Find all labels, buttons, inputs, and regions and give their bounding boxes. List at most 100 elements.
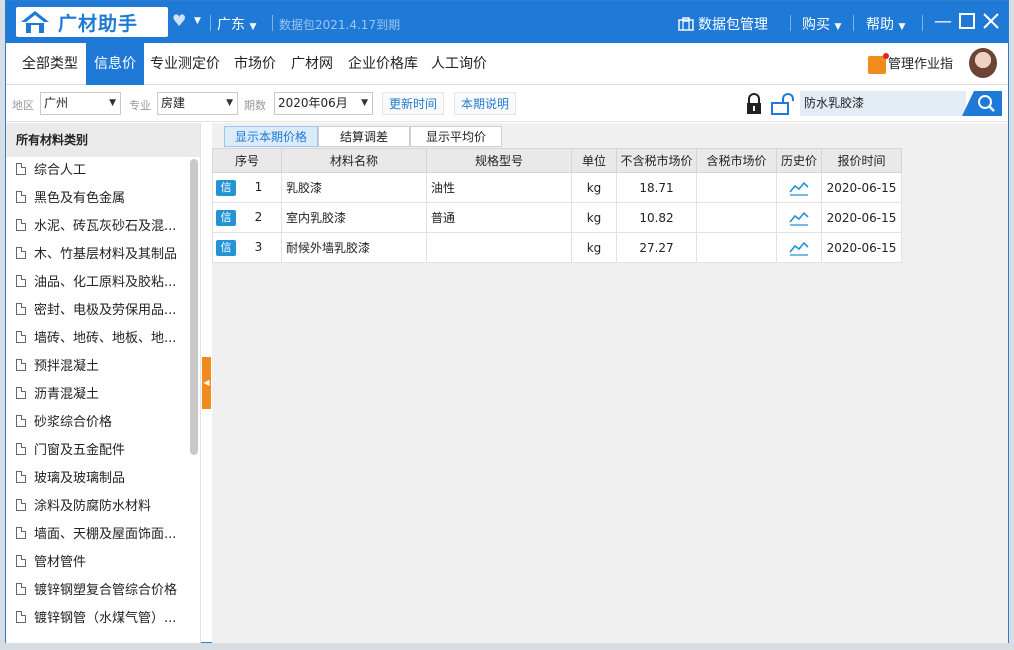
major-filter-select[interactable]: 房建 ▼	[157, 92, 238, 115]
sidebar-item[interactable]: 门窗及五金配件	[6, 437, 192, 465]
close-icon[interactable]	[980, 11, 1002, 33]
period-note-button[interactable]: 本期说明	[454, 92, 517, 115]
datapkg-mgmt-button[interactable]: 数据包管理	[678, 14, 768, 34]
document-icon	[16, 499, 26, 511]
datapkg-mgmt-label: 数据包管理	[698, 17, 768, 33]
history-cell[interactable]	[776, 232, 822, 263]
sidebar-item[interactable]: 预拌混凝土	[6, 353, 192, 381]
tab-professional-price[interactable]: 专业测定价	[142, 43, 228, 85]
document-icon	[16, 415, 26, 427]
tab-info-price[interactable]: 信息价	[86, 43, 144, 85]
sidebar-item[interactable]: 沥青混凝土	[6, 381, 192, 409]
sidebar-item[interactable]: 砂浆综合价格	[6, 409, 192, 437]
document-icon	[16, 163, 26, 175]
sidebar-item[interactable]: 黑色及有色金属	[6, 185, 192, 213]
buy-menu[interactable]: 购买 ▼	[802, 14, 841, 34]
datapkg-expiry-text: 数据包2021.4.17到期	[279, 18, 401, 32]
tax-price-cell	[696, 232, 777, 263]
mgmt-guide-label: 管理作业指	[888, 57, 954, 72]
trend-chart-icon[interactable]	[789, 210, 809, 226]
chevron-down-icon: ▼	[226, 98, 233, 108]
tab-market-price[interactable]: 市场价	[226, 43, 284, 85]
maximize-icon[interactable]	[956, 11, 978, 33]
table-row[interactable]: 信1 乳胶漆 油性 kg 18.71 2020-06-15	[212, 172, 902, 203]
sidebar-item[interactable]: 综合人工	[6, 157, 192, 185]
sidebar-item[interactable]: 木、竹基层材料及其制品	[6, 241, 192, 269]
notification-dot	[883, 52, 889, 59]
lock-icon[interactable]	[744, 93, 764, 115]
logo-icon	[21, 11, 49, 33]
sidebar-item[interactable]: 涂料及防腐防水材料	[6, 493, 192, 521]
table-row[interactable]: 信3 耐候外墙乳胶漆 kg 27.27 2020-06-15	[212, 232, 902, 263]
region-filter-select[interactable]: 广州 ▼	[40, 92, 121, 115]
column-header: 不含税市场价	[616, 148, 697, 173]
search-input[interactable]: 防水乳胶漆	[800, 91, 966, 116]
sidebar-item-label: 木、竹基层材料及其制品	[34, 247, 178, 262]
divider	[922, 15, 923, 31]
tab-current-price[interactable]: 显示本期价格	[224, 126, 318, 147]
app-logo: 广材助手	[16, 7, 168, 37]
tab-gc-net[interactable]: 广材网	[283, 43, 341, 85]
tab-settlement-adjust[interactable]: 结算调差	[318, 126, 410, 147]
document-icon	[16, 303, 26, 315]
price-cell: 27.27	[616, 232, 697, 263]
chevron-down-icon[interactable]: ▼	[194, 16, 201, 26]
sidebar-collapse-button[interactable]: ◀	[202, 357, 211, 409]
column-header: 序号	[212, 148, 282, 173]
column-header: 历史价	[776, 148, 822, 173]
tab-enterprise-library[interactable]: 企业价格库	[340, 43, 426, 85]
sidebar-item[interactable]: 墙面、天棚及屋面饰面...	[6, 521, 192, 549]
tab-all-types[interactable]: 全部类型	[14, 43, 86, 85]
history-cell[interactable]	[776, 202, 822, 233]
region-selector[interactable]: 广东 ▼	[217, 14, 256, 34]
sidebar-scrollbar[interactable]	[190, 159, 198, 455]
sidebar-item[interactable]: 密封、电极及劳保用品...	[6, 297, 192, 325]
sidebar-item[interactable]: 管材管件	[6, 549, 192, 577]
nav-bar: 全部类型 信息价 专业测定价 市场价 广材网 企业价格库 人工询价 管理作业指	[6, 43, 1008, 85]
spec-cell: 油性	[426, 172, 572, 203]
sidebar-item-label: 涂料及防腐防水材料	[34, 499, 152, 514]
mgmt-guide-button[interactable]: 管理作业指	[868, 52, 954, 75]
date-cell: 2020-06-15	[821, 202, 902, 233]
tab-average-price[interactable]: 显示平均价	[410, 126, 502, 147]
document-icon	[16, 471, 26, 483]
table-row[interactable]: 信2 室内乳胶漆 普通 kg 10.82 2020-06-15	[212, 202, 902, 233]
sidebar-header: 所有材料类别	[6, 123, 200, 157]
favorite-heart-icon[interactable]: ♥	[172, 12, 190, 30]
sidebar-item[interactable]: 镀锌钢管（水煤气管）...	[6, 605, 192, 633]
row-number-cell: 信2	[212, 202, 282, 233]
sidebar-item-label: 油品、化工原料及胶粘...	[34, 275, 177, 290]
avatar[interactable]	[969, 48, 997, 78]
tax-price-cell	[696, 172, 777, 203]
sidebar-item-label: 墙砖、地砖、地板、地...	[34, 331, 177, 346]
search-button[interactable]	[962, 91, 1002, 116]
minimize-icon[interactable]: —	[932, 11, 954, 33]
update-time-button[interactable]: 更新时间	[382, 92, 445, 115]
price-cell: 18.71	[616, 172, 697, 203]
main-panel: 显示本期价格 结算调差 显示平均价 序号 材料名称 规格型号 单位 不含税市场价…	[212, 123, 1008, 643]
trend-chart-icon[interactable]	[789, 180, 809, 196]
sidebar-item[interactable]: 镀锌钢塑复合管综合价格	[6, 577, 192, 605]
unit-cell: kg	[571, 202, 617, 233]
period-filter-select[interactable]: 2020年06月 ▼	[274, 92, 373, 115]
trend-chart-icon[interactable]	[789, 240, 809, 256]
sidebar-item-label: 预拌混凝土	[34, 359, 100, 374]
sidebar-item-label: 管材管件	[34, 555, 87, 570]
row-number-cell: 信3	[212, 232, 282, 263]
filter-bar: 地区 广州 ▼ 专业 房建 ▼ 期数 2020年06月 ▼ 更新时间 本期说明 …	[6, 85, 1008, 122]
sidebar-item-label: 镀锌钢塑复合管综合价格	[34, 583, 178, 598]
tab-manual-inquiry[interactable]: 人工询价	[423, 43, 495, 85]
sidebar-item[interactable]: 油品、化工原料及胶粘...	[6, 269, 192, 297]
chevron-down-icon: ▼	[834, 22, 842, 32]
briefcase-icon	[678, 17, 694, 31]
sidebar-item-label: 黑色及有色金属	[34, 191, 126, 206]
app-name: 广材助手	[58, 13, 139, 35]
sidebar-item[interactable]: 墙砖、地砖、地板、地...	[6, 325, 192, 353]
sidebar-item[interactable]: 玻璃及玻璃制品	[6, 465, 192, 493]
sidebar-item-label: 镀锌钢管（水煤气管）...	[34, 611, 177, 626]
history-cell[interactable]	[776, 172, 822, 203]
row-number: 3	[254, 239, 263, 254]
unlock-icon[interactable]	[770, 93, 794, 115]
sidebar-item[interactable]: 水泥、砖瓦灰砂石及混...	[6, 213, 192, 241]
help-menu[interactable]: 帮助 ▼	[866, 14, 905, 34]
